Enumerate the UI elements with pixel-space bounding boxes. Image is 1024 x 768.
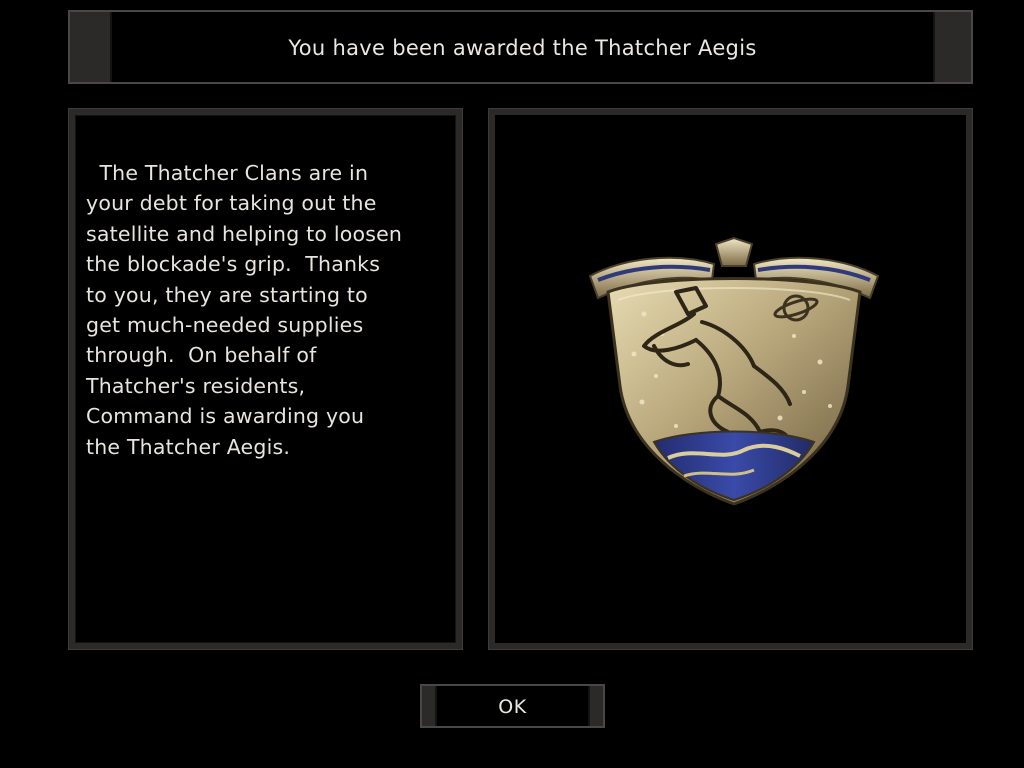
medal-eagle-head bbox=[714, 236, 754, 267]
ok-button-inner[interactable]: OK bbox=[435, 686, 590, 726]
ok-button-label: OK bbox=[498, 696, 527, 718]
award-message: The Thatcher Clans are in your debt for … bbox=[86, 161, 403, 459]
medal-panel bbox=[488, 108, 973, 650]
medal-earth-band bbox=[652, 430, 816, 502]
title-bar-inner: You have been awarded the Thatcher Aegis bbox=[110, 12, 935, 82]
title-bar: You have been awarded the Thatcher Aegis bbox=[68, 10, 973, 84]
ok-button[interactable]: OK bbox=[420, 684, 605, 728]
message-panel: The Thatcher Clans are in your debt for … bbox=[68, 108, 463, 650]
award-title: You have been awarded the Thatcher Aegis bbox=[288, 36, 757, 60]
thatcher-aegis-medal-icon bbox=[588, 236, 880, 506]
award-screen: You have been awarded the Thatcher Aegis… bbox=[0, 0, 1024, 768]
